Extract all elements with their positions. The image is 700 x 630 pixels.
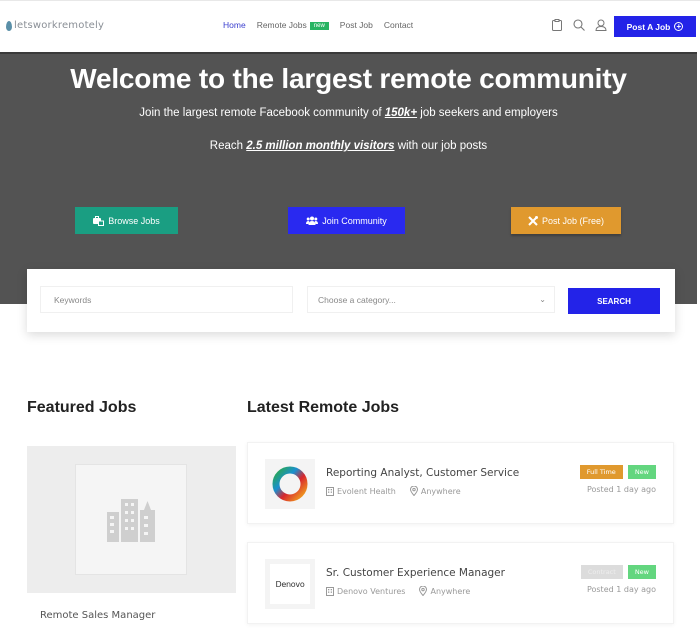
- join-community-label: Join Community: [322, 215, 387, 226]
- user-icon[interactable]: [595, 18, 607, 32]
- job-location: Anywhere: [420, 486, 461, 496]
- chevron-down-icon: ⌄: [539, 295, 546, 304]
- posted-date: Posted 1 day ago: [586, 485, 656, 494]
- company-name: Evolent Health: [337, 486, 396, 496]
- site-header: letsworkremotely Home Remote Jobs new Pos…: [0, 0, 700, 52]
- nav-remote-jobs-label: Remote Jobs: [256, 20, 307, 30]
- post-job-free-button[interactable]: Post Job (Free): [511, 207, 621, 234]
- hero-line1-pre: Join the largest remote Facebook communi…: [139, 107, 385, 119]
- featured-job-title[interactable]: Remote Sales Manager: [40, 610, 155, 621]
- location-pin-icon: [6, 20, 12, 31]
- post-job-free-label: Post Job (Free): [541, 215, 605, 226]
- browse-jobs-label: Browse Jobs: [108, 215, 160, 226]
- job-badges: Contract New: [580, 565, 656, 579]
- plus-circle-icon: +: [674, 22, 684, 31]
- browse-jobs-button[interactable]: Browse Jobs: [75, 207, 178, 234]
- denovo-logo-text: Denovo: [270, 564, 310, 604]
- hero-line2-pre: Reach: [209, 140, 247, 152]
- featured-job-card[interactable]: Remote Sales Manager: [27, 446, 236, 630]
- new-badge: New: [627, 565, 656, 579]
- post-a-job-button[interactable]: Post A Job +: [614, 16, 696, 37]
- nav-remote-jobs[interactable]: Remote Jobs new: [257, 20, 329, 30]
- hero-subtitle-visitors: Reach 2.5 million monthly visitors with …: [0, 140, 697, 152]
- location-icon: [419, 586, 428, 596]
- evolent-logo-icon: [272, 466, 308, 502]
- job-type-badge: Full Time: [579, 465, 623, 479]
- header-icons: [551, 18, 607, 32]
- job-title[interactable]: Sr. Customer Experience Manager: [326, 567, 505, 579]
- search-button[interactable]: SEARCH: [568, 288, 660, 314]
- join-community-button[interactable]: Join Community: [288, 207, 405, 234]
- posted-date: Posted 1 day ago: [586, 585, 656, 594]
- hero-line1-highlight: 150k+: [384, 107, 418, 119]
- job-type-badge: Contract: [580, 565, 623, 579]
- job-meta: Denovo Ventures Anywhere: [326, 586, 470, 596]
- main-nav: Home Remote Jobs new Post Job Contact: [223, 20, 424, 30]
- keywords-input[interactable]: [40, 286, 293, 313]
- site-logo[interactable]: letsworkremotely: [6, 20, 104, 31]
- buildings-icon: [107, 498, 155, 542]
- hero-line1-post: job seekers and employers: [417, 107, 558, 119]
- hero-title: Welcome to the largest remote community: [70, 63, 627, 94]
- company-logo: [265, 459, 315, 509]
- building-icon: [326, 586, 334, 596]
- hero-section: Welcome to the largest remote community …: [0, 52, 697, 304]
- post-a-job-label: Post A Job: [626, 21, 671, 32]
- job-search-form: Choose a category... ⌄ SEARCH: [27, 269, 675, 332]
- clipboard-icon[interactable]: [551, 18, 563, 32]
- nav-post-job[interactable]: Post Job: [340, 20, 373, 30]
- job-card[interactable]: Reporting Analyst, Customer Service Evol…: [247, 442, 674, 524]
- job-location: Anywhere: [430, 586, 471, 596]
- featured-jobs-heading: Featured Jobs: [27, 399, 137, 416]
- briefcase-icon: [93, 215, 105, 226]
- nav-home[interactable]: Home: [223, 20, 246, 30]
- logo-text: letsworkremotely: [14, 20, 105, 31]
- new-badge: new: [309, 22, 329, 30]
- company-logo: Denovo: [265, 559, 315, 609]
- job-card[interactable]: Denovo Sr. Customer Experience Manager D…: [247, 542, 674, 624]
- nav-contact[interactable]: Contact: [384, 20, 413, 30]
- featured-job-image: [27, 446, 236, 593]
- job-badges: Full Time New: [579, 465, 656, 479]
- users-icon: [306, 216, 319, 225]
- company-placeholder-logo: [75, 464, 187, 575]
- tools-icon: [528, 215, 538, 226]
- hero-line2-post: with our job posts: [394, 140, 488, 152]
- hero-line2-highlight: 2.5 million monthly visitors: [246, 140, 395, 152]
- latest-jobs-heading: Latest Remote Jobs: [247, 399, 400, 416]
- building-icon: [326, 486, 334, 496]
- job-title[interactable]: Reporting Analyst, Customer Service: [326, 467, 519, 479]
- new-badge: New: [627, 465, 656, 479]
- category-selected-value: Choose a category...: [318, 294, 396, 305]
- location-icon: [409, 486, 418, 496]
- hero-subtitle-community: Join the largest remote Facebook communi…: [0, 107, 697, 119]
- search-icon[interactable]: [573, 18, 585, 32]
- company-name: Denovo Ventures: [337, 586, 406, 596]
- job-meta: Evolent Health Anywhere: [326, 486, 461, 496]
- category-select[interactable]: Choose a category... ⌄: [307, 286, 555, 313]
